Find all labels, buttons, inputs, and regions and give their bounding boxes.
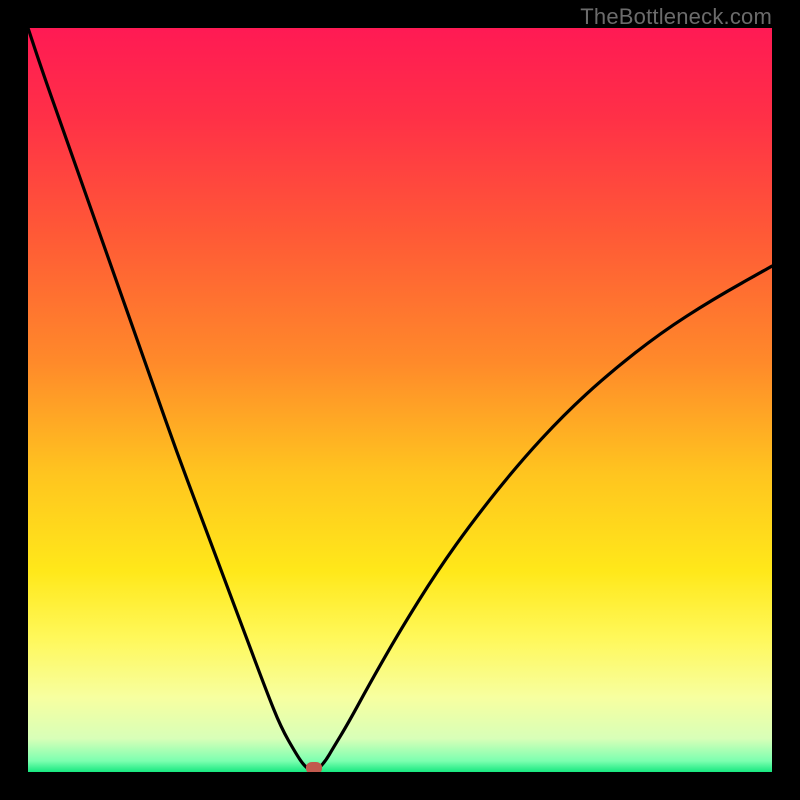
plot-area (28, 28, 772, 772)
minimum-marker (306, 762, 322, 772)
watermark-text: TheBottleneck.com (580, 4, 772, 30)
curve-layer (28, 28, 772, 772)
bottleneck-curve (28, 28, 772, 771)
chart-frame: TheBottleneck.com (0, 0, 800, 800)
